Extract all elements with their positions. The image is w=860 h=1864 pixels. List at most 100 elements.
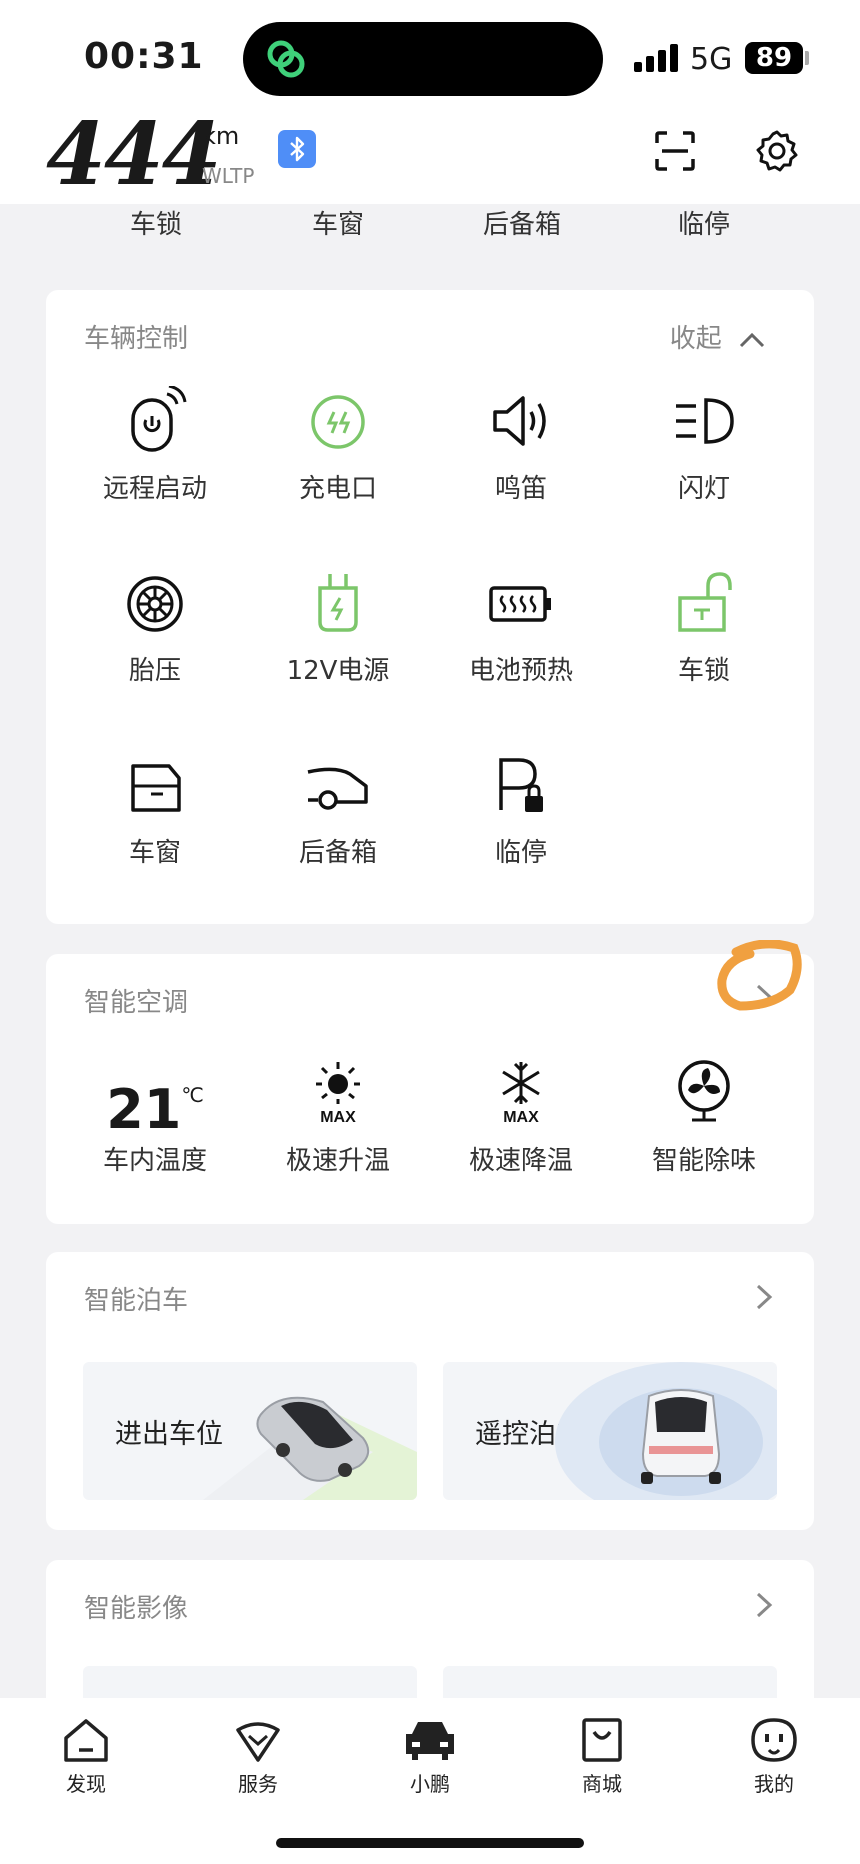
collapse-label: 收起: [669, 324, 722, 354]
temp-parking-button[interactable]: 临停: [431, 750, 611, 869]
vehicle-control-card: 车辆控制 收起 远程启动 充电口 鸣笛 闪灯 胎压 12V电源 电池预热 车锁 …: [46, 290, 814, 924]
settings-gear-icon[interactable]: [756, 130, 798, 172]
power-12v-label: 12V电源: [286, 656, 390, 686]
flash-lights-icon: [676, 398, 734, 444]
charge-port-icon: [311, 395, 365, 449]
battery-preheat-button[interactable]: 电池预热: [431, 568, 611, 687]
max-heat-button[interactable]: MAX 极速升温: [248, 1058, 428, 1177]
car-lock-button[interactable]: 车锁: [614, 568, 794, 687]
tab-xpeng-label: 小鹏: [410, 1772, 450, 1796]
unlock-icon: [678, 572, 732, 632]
charge-port-label: 充电口: [298, 474, 377, 504]
range-standard: WLTP: [202, 164, 255, 188]
window-icon: [131, 764, 181, 812]
tab-discover[interactable]: 发现: [31, 1716, 141, 1797]
max-cool-icon: MAX: [502, 1062, 540, 1126]
tire-pressure-label: 胎压: [128, 656, 181, 686]
dynamic-island: [243, 22, 603, 96]
quick-window[interactable]: 车窗: [268, 204, 408, 241]
tab-mine-label: 我的: [754, 1772, 794, 1796]
horn-icon: [493, 396, 546, 446]
svg-text:MAX: MAX: [503, 1109, 539, 1126]
horn-button[interactable]: 鸣笛: [431, 386, 611, 505]
fan-icon: [678, 1060, 730, 1122]
deodorize-button[interactable]: 智能除味: [614, 1058, 794, 1177]
service-shield-icon: [236, 1722, 280, 1762]
profile-face-icon: [751, 1718, 797, 1762]
range-value: 444: [46, 104, 222, 205]
deodorize-label: 智能除味: [651, 1146, 756, 1176]
chevron-up-icon: [739, 332, 765, 347]
climate-card: 智能空调 21℃ 车内温度 MAX 极速升温 MAX 极速降温 智能除味: [46, 954, 814, 1224]
charge-port-button[interactable]: 充电口: [248, 386, 428, 505]
tire-pressure-icon: [127, 576, 183, 632]
quick-parking[interactable]: 临停: [634, 204, 774, 241]
max-cool-label: 极速降温: [468, 1146, 573, 1176]
battery-tip: [805, 51, 809, 65]
tab-service-label: 服务: [238, 1772, 278, 1796]
vehicle-control-title: 车辆控制: [84, 324, 189, 354]
remote-parking-tile[interactable]: 遥控泊车: [443, 1362, 777, 1500]
remote-start-icon: [131, 386, 187, 452]
remote-parking-car-image: [555, 1362, 777, 1500]
bluetooth-icon[interactable]: [278, 130, 316, 168]
car-lock-label: 车锁: [677, 656, 730, 686]
home-icon: [64, 1719, 108, 1762]
chevron-right-icon[interactable]: [754, 1590, 774, 1620]
battery-preheat-icon: [489, 586, 551, 622]
power-12v-icon: [318, 574, 358, 632]
horn-label: 鸣笛: [494, 474, 547, 504]
tab-mine[interactable]: 我的: [719, 1716, 829, 1797]
tire-pressure-button[interactable]: 胎压: [65, 568, 245, 687]
tab-xpeng[interactable]: 小鹏: [375, 1716, 485, 1797]
tab-discover-label: 发现: [66, 1772, 106, 1796]
quick-controls-row: 车锁 车窗 后备箱 临停: [0, 204, 860, 248]
cellular-signal-icon: [634, 44, 678, 72]
tab-store-label: 商城: [582, 1772, 622, 1796]
battery-level: 89: [745, 42, 803, 74]
vehicle-header: 444 km WLTP: [0, 104, 860, 205]
flash-lights-label: 闪灯: [677, 474, 730, 504]
window-button[interactable]: 车窗: [65, 750, 245, 869]
status-bar: 00:31 5G 89: [0, 0, 860, 112]
window-label: 车窗: [128, 838, 181, 868]
flash-lights-button[interactable]: 闪灯: [614, 386, 794, 505]
quick-trunk[interactable]: 后备箱: [452, 204, 592, 241]
tab-service[interactable]: 服务: [203, 1716, 313, 1797]
status-time: 00:31: [84, 36, 204, 77]
enter-exit-spot-tile[interactable]: 进出车位: [83, 1362, 417, 1500]
cabin-temp-label: 车内温度: [102, 1146, 207, 1176]
collapse-button[interactable]: 收起: [670, 318, 766, 355]
trunk-label: 后备箱: [298, 838, 377, 868]
camera-title: 智能影像: [84, 1594, 189, 1624]
climate-title: 智能空调: [84, 988, 189, 1018]
store-bag-icon: [582, 1718, 622, 1762]
link-app-icon: [267, 40, 305, 78]
temp-number: 21: [106, 1078, 182, 1141]
trunk-button[interactable]: 后备箱: [248, 750, 428, 869]
scan-icon[interactable]: [654, 130, 696, 172]
cabin-temp-button[interactable]: 21℃ 车内温度: [65, 1064, 245, 1177]
parking-title: 智能泊车: [84, 1286, 189, 1316]
orange-annotation-circle: [717, 940, 802, 1011]
range-unit: km: [202, 122, 240, 150]
parking-car-image: [203, 1396, 417, 1500]
max-cool-button[interactable]: MAX 极速降温: [431, 1058, 611, 1177]
max-heat-icon: MAX: [316, 1062, 360, 1126]
tab-store[interactable]: 商城: [547, 1716, 657, 1797]
network-type: 5G: [690, 42, 733, 77]
trunk-icon: [307, 767, 368, 810]
car-icon: [406, 1722, 454, 1760]
smart-parking-card: 智能泊车 进出车位 遥控泊车: [46, 1252, 814, 1530]
svg-text:MAX: MAX: [320, 1109, 356, 1126]
temp-parking-icon: [499, 758, 543, 812]
chevron-right-icon[interactable]: [754, 1282, 774, 1312]
temp-unit: ℃: [181, 1083, 204, 1107]
cabin-temp-value: 21℃: [65, 1064, 245, 1141]
power-12v-button[interactable]: 12V电源: [248, 568, 428, 687]
temp-parking-label: 临停: [494, 838, 547, 868]
remote-start-button[interactable]: 远程启动: [65, 386, 245, 505]
max-heat-label: 极速升温: [285, 1146, 390, 1176]
quick-lock[interactable]: 车锁: [86, 204, 226, 241]
remote-start-label: 远程启动: [102, 474, 207, 504]
